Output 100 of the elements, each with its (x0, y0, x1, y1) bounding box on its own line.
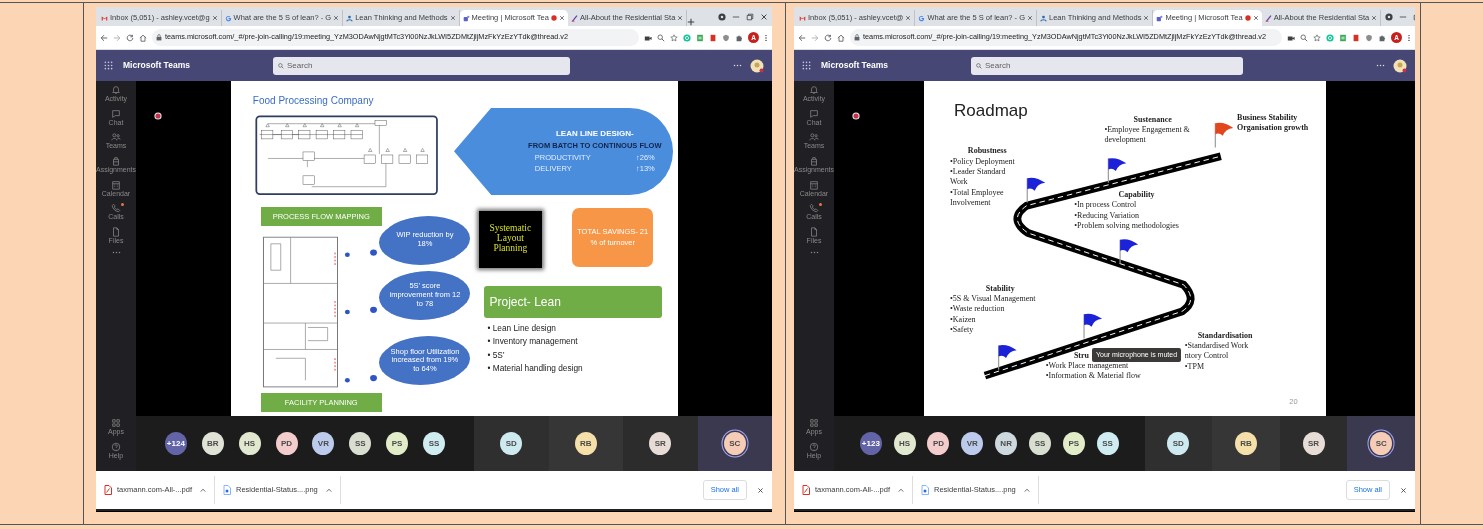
video-tile[interactable]: SR (623, 416, 698, 471)
flag-icon (1082, 313, 1102, 339)
close-icon[interactable] (677, 15, 684, 21)
zoom-icon[interactable] (1300, 33, 1308, 42)
circle-logo-icon[interactable] (683, 33, 691, 42)
stage-heading: Stability (985, 283, 1015, 295)
participant-avatar: PD (927, 432, 950, 455)
home-icon[interactable] (139, 33, 147, 42)
apps-grid-icon[interactable] (802, 61, 811, 70)
participant-avatar: SS (423, 432, 445, 455)
video-tile[interactable]: SR (1279, 416, 1348, 471)
shield-icon[interactable] (1365, 33, 1373, 42)
shield-icon[interactable] (722, 33, 730, 42)
participant-avatar: SC (723, 432, 746, 455)
video-tile[interactable]: RB (1212, 416, 1280, 471)
more-participants-button[interactable]: +124 (164, 432, 187, 455)
disc-icon[interactable] (718, 12, 726, 21)
caret-icon[interactable] (200, 488, 207, 492)
plus-icon[interactable] (687, 18, 696, 26)
more-participants-button[interactable]: +123 (859, 432, 882, 455)
stage-heading: Business Stability Organisation growth (1237, 112, 1310, 134)
caret-icon[interactable] (1023, 488, 1030, 492)
pen-icon (1264, 14, 1272, 22)
stage-item: •In process Control (1074, 200, 1138, 211)
bookmark-icon[interactable] (709, 33, 717, 42)
star-icon[interactable] (1313, 33, 1321, 42)
close-icon[interactable] (449, 15, 456, 21)
user-avatar-icon[interactable] (750, 58, 764, 73)
pdf-file-icon (802, 485, 810, 495)
flag-icon (1119, 239, 1138, 265)
close-icon[interactable] (1371, 15, 1378, 21)
video-tile[interactable]: SD (1144, 416, 1213, 471)
participant-avatar: RB (574, 432, 597, 455)
zoom-icon[interactable] (657, 33, 665, 42)
participant-avatar: SD (1167, 432, 1190, 455)
document-icon[interactable] (1339, 33, 1347, 42)
user-avatar-icon[interactable] (1393, 58, 1407, 73)
stage-item: •Information & Material flow (1045, 371, 1142, 382)
stage-item: ntory Control (1184, 351, 1230, 362)
file-icon (809, 227, 819, 238)
team-app-icon (462, 14, 470, 22)
search-field[interactable]: Search (273, 56, 570, 75)
disc-icon[interactable] (1385, 12, 1394, 21)
caret-icon[interactable] (325, 488, 332, 492)
mail-icon (101, 14, 108, 22)
participant-avatar: HS (238, 432, 261, 455)
close-icon[interactable] (905, 15, 912, 21)
back-arrow-icon[interactable] (798, 33, 806, 42)
home-icon[interactable] (837, 33, 845, 42)
puzzle-icon[interactable] (1378, 33, 1386, 42)
camera-icon[interactable] (644, 33, 652, 42)
stage-item: •Problem solving methodologies (1074, 221, 1180, 232)
search-field[interactable]: Search (971, 56, 1244, 75)
circle-logo-icon[interactable] (1326, 33, 1334, 42)
slide-title: Food Processing Company (252, 93, 374, 108)
person-icon (1040, 14, 1047, 22)
close-icon[interactable] (558, 15, 565, 21)
flag-icon (1026, 177, 1045, 204)
stage-heading: Robustness (967, 146, 1007, 157)
stage-item: •Reducing Variation (1074, 210, 1140, 222)
back-arrow-icon[interactable] (100, 33, 108, 42)
backpack-icon (111, 156, 121, 167)
team-app-icon (1156, 14, 1164, 22)
video-tile[interactable]: RB (548, 416, 623, 471)
puzzle-icon[interactable] (735, 33, 743, 42)
camera-icon[interactable] (1287, 33, 1295, 42)
video-tile[interactable]: SD (474, 416, 549, 471)
close-icon[interactable] (1143, 15, 1150, 21)
people-icon (809, 132, 819, 143)
calendar-icon (111, 179, 121, 190)
stage-item: •Standardised Work (1184, 340, 1250, 352)
document-icon[interactable] (696, 33, 704, 42)
participant-avatar: SC (1370, 432, 1393, 455)
g-logo-icon (918, 14, 926, 22)
close-icon[interactable] (1252, 15, 1259, 21)
close-icon[interactable] (211, 15, 218, 21)
kebab-menu-icon[interactable] (1407, 33, 1411, 42)
reload-icon[interactable] (126, 33, 134, 42)
lock-icon (156, 34, 162, 41)
reload-icon[interactable] (824, 33, 832, 42)
star-icon[interactable] (670, 33, 678, 42)
participant-avatar: PS (386, 432, 409, 455)
close-icon[interactable] (1027, 15, 1033, 21)
apps-grid-icon[interactable] (104, 61, 113, 70)
recording-icon (1244, 15, 1251, 21)
stage-heading: Sustenance (1133, 114, 1172, 125)
help-icon (809, 441, 819, 452)
video-tile[interactable]: SC (1347, 416, 1415, 471)
restore-icon[interactable] (746, 12, 754, 21)
person-icon (346, 14, 354, 22)
caret-icon[interactable] (898, 488, 905, 492)
close-icon[interactable] (1400, 486, 1407, 494)
close-icon[interactable] (757, 486, 764, 494)
close-icon[interactable] (333, 15, 340, 21)
bookmark-icon[interactable] (1352, 33, 1360, 42)
kebab-menu-icon[interactable] (764, 33, 768, 42)
participant-avatar: VR (961, 432, 984, 455)
video-tile[interactable]: SC (697, 416, 772, 471)
close-icon[interactable] (760, 12, 768, 21)
participant-avatar: PD (275, 432, 298, 455)
